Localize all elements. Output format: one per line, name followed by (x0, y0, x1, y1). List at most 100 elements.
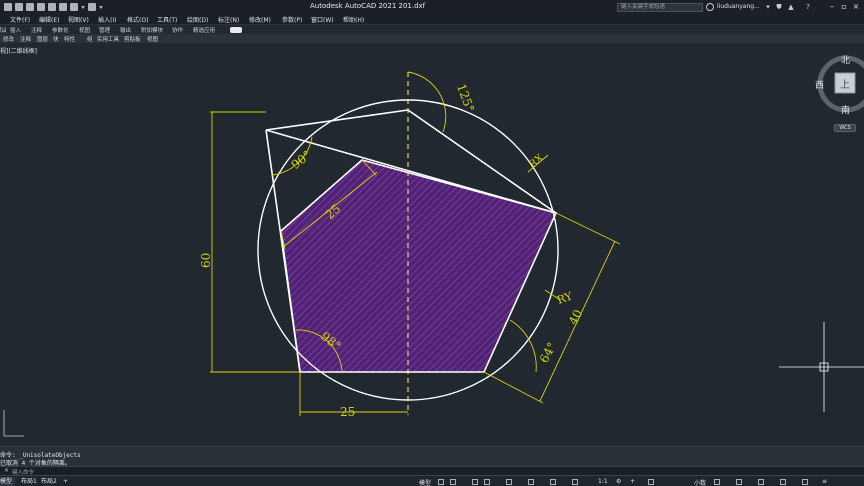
save-icon[interactable] (37, 3, 45, 11)
dim-rx[interactable]: RX (527, 152, 546, 170)
help-icon[interactable]: ? (804, 3, 812, 11)
menu-parametric[interactable]: 参数(P) (282, 15, 302, 24)
close-button[interactable]: × (850, 1, 862, 13)
viewcube-west[interactable]: 西 (815, 80, 824, 91)
layout-tab-layout1[interactable]: 布局1 (18, 477, 40, 486)
hardware-accel-icon[interactable] (780, 479, 786, 485)
menu-file[interactable]: 文件(F) (10, 15, 30, 24)
tab-default[interactable]: 默认 (0, 26, 7, 34)
wcs-badge[interactable]: WCS (834, 124, 856, 132)
tools-icon[interactable]: ▲ (787, 3, 795, 11)
viewcube-north[interactable]: 北 (841, 55, 850, 66)
ortho-icon[interactable] (472, 479, 478, 485)
user-name[interactable]: liuduanyang... (717, 3, 760, 10)
lineweight-icon[interactable] (550, 479, 556, 485)
tab-view[interactable]: 视图 (79, 26, 90, 34)
panel-properties[interactable]: 特性 (64, 35, 75, 43)
maximize-button[interactable]: ▫ (838, 1, 850, 13)
add-icon[interactable]: + (630, 478, 635, 485)
panel-layers[interactable]: 图层 (37, 35, 48, 43)
panel-view[interactable]: 视图 (147, 35, 158, 43)
menu-draw[interactable]: 绘图(D) (187, 15, 208, 24)
menu-modify[interactable]: 修改(M) (249, 15, 271, 24)
viewcube-south[interactable]: 南 (841, 104, 850, 116)
redo-dropdown-icon[interactable] (99, 5, 103, 9)
new-icon[interactable] (15, 3, 23, 11)
layout-tab-model[interactable]: 模型 (0, 477, 16, 486)
menu-insert[interactable]: 插入(I) (98, 15, 116, 24)
ribbon-tabs: 默认 插入 注释 参数化 视图 管理 输出 附加模块 协作 精选应用 (0, 24, 864, 34)
grid-icon[interactable] (438, 479, 444, 485)
dim-bottom-25[interactable]: 25 (340, 405, 355, 419)
dim-height-60[interactable]: 60 (199, 253, 213, 268)
dim-angle-90[interactable]: 90° (289, 148, 314, 172)
menu-edit[interactable]: 编辑(E) (39, 15, 59, 24)
viewcube[interactable]: 上 北 南 西 (815, 55, 864, 116)
tab-insert[interactable]: 插入 (10, 26, 21, 34)
menu-format[interactable]: 格式(O) (127, 15, 148, 24)
window-title: Autodesk AutoCAD 2021 201.dxf (310, 2, 426, 10)
polar-icon[interactable] (484, 479, 490, 485)
menu-view[interactable]: 视图(V) (68, 15, 89, 24)
user-icon[interactable] (706, 3, 714, 11)
undo-dropdown-icon[interactable] (81, 5, 85, 9)
app-menu-icon[interactable] (4, 3, 12, 11)
viewport-controls-label[interactable]: 视](二维线框] (0, 46, 37, 55)
command-input[interactable]: × 键入命令 (0, 466, 864, 476)
exchange-icon[interactable]: ⛊ (775, 3, 783, 11)
save-as-icon[interactable] (48, 3, 56, 11)
viewcube-top[interactable]: 上 (840, 79, 850, 91)
plot-icon[interactable] (59, 3, 67, 11)
tab-annotate[interactable]: 注释 (31, 26, 42, 34)
menu-dimension[interactable]: 标注(N) (218, 15, 239, 24)
osnap-icon[interactable] (506, 479, 512, 485)
panel-clipboard[interactable]: 剪贴板 (124, 35, 141, 43)
annotation-scale[interactable]: 1:1 (598, 478, 608, 485)
crosshair-cursor (779, 322, 864, 412)
command-close-icon[interactable]: × (4, 468, 9, 474)
cart-icon[interactable]: ▾ (764, 3, 772, 11)
quick-properties-icon[interactable] (714, 479, 720, 485)
drawing-canvas[interactable]: 125° 90° 25 60 98° 25 40 64° RX RY 上 北 南… (0, 0, 864, 486)
undo-icon[interactable] (70, 3, 78, 11)
dim-angle-64[interactable]: 64° (537, 340, 559, 365)
performance-icon[interactable] (648, 479, 654, 485)
tab-output[interactable]: 输出 (120, 26, 131, 34)
isolate-objects-icon[interactable] (758, 479, 764, 485)
panel-modify[interactable]: 修改 (3, 35, 14, 43)
clean-screen-icon[interactable] (802, 479, 808, 485)
panel-annotate[interactable]: 注释 (20, 35, 31, 43)
add-layout-icon[interactable]: + (63, 478, 68, 485)
panel-groups[interactable]: 组 (87, 35, 93, 43)
tab-featured-apps[interactable]: 精选应用 (193, 26, 215, 34)
snap-icon[interactable] (450, 479, 456, 485)
open-icon[interactable] (26, 3, 34, 11)
tab-manage[interactable]: 管理 (99, 26, 110, 34)
minimize-button[interactable]: – (826, 1, 838, 13)
dim-angle-125[interactable]: 125° (454, 82, 477, 114)
menu-window[interactable]: 窗口(W) (311, 15, 334, 24)
workspace-gear-icon[interactable]: ⚙ (616, 478, 621, 485)
tab-parametric[interactable]: 参数化 (52, 26, 69, 34)
customize-menu-icon[interactable]: ≡ (822, 478, 827, 485)
panel-block[interactable]: 块 (53, 35, 59, 43)
model-space-button[interactable]: 模型 (419, 478, 431, 486)
tab-addins[interactable]: 附加模块 (141, 26, 163, 34)
lock-ui-icon[interactable] (736, 479, 742, 485)
ribbon-panels: 修改 注释 图层 块 特性 组 实用工具 剪贴板 视图 (0, 34, 864, 43)
tab-collaborate[interactable]: 协作 (172, 26, 183, 34)
menu-help[interactable]: 帮助(H) (343, 15, 364, 24)
title-bar: Autodesk AutoCAD 2021 201.dxf 键入关键字或短语 l… (0, 0, 864, 14)
transparency-icon[interactable] (572, 479, 578, 485)
ribbon-toggle-button[interactable] (230, 27, 242, 33)
panel-utilities[interactable]: 实用工具 (97, 35, 119, 43)
layout-tab-layout2[interactable]: 布局2 (38, 477, 60, 486)
quick-access-toolbar (0, 3, 103, 11)
otrack-icon[interactable] (528, 479, 534, 485)
redo-icon[interactable] (88, 3, 96, 11)
units-selector[interactable]: 小数 (694, 478, 706, 486)
menu-tools[interactable]: 工具(T) (157, 15, 177, 24)
dim-ry[interactable]: RY (555, 289, 574, 307)
search-input[interactable]: 键入关键字或短语 (617, 3, 703, 12)
ucs-icon (3, 410, 24, 437)
